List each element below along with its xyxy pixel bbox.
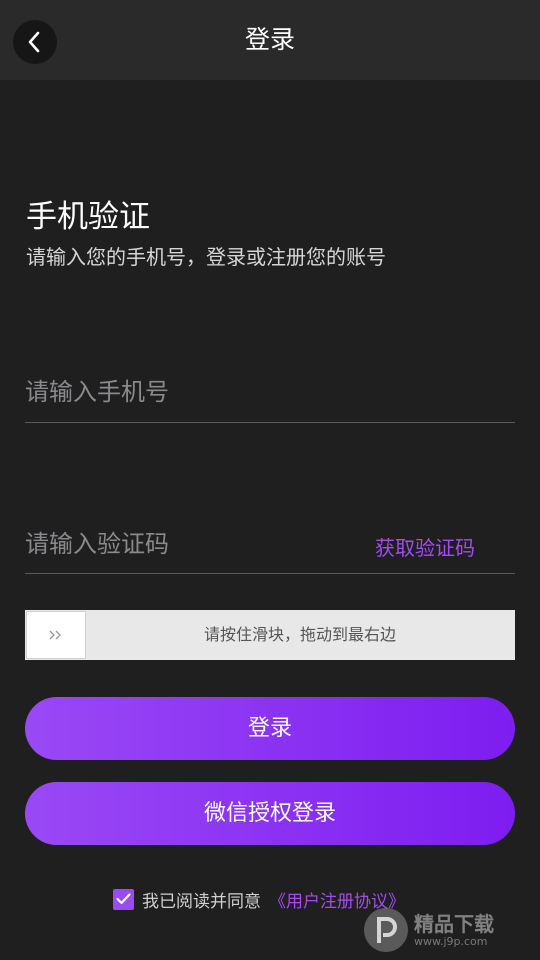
verification-code-field: 获取验证码 xyxy=(25,524,515,574)
get-code-button[interactable]: 获取验证码 xyxy=(375,532,475,561)
agreement-row: 我已阅读并同意 《用户注册协议》 xyxy=(113,887,405,912)
section-heading: 手机验证 xyxy=(26,199,150,235)
wechat-login-button[interactable]: 微信授权登录 xyxy=(25,782,515,845)
login-button[interactable]: 登录 xyxy=(25,697,515,760)
watermark-url: www.j9p.com xyxy=(414,935,488,948)
slider-hint: 请按住滑块，拖动到最右边 xyxy=(203,625,396,644)
slider-captcha: 请按住滑块，拖动到最右边 xyxy=(25,610,515,660)
page-title: 登录 xyxy=(244,25,295,54)
watermark-logo-icon xyxy=(364,908,408,952)
slider-handle[interactable] xyxy=(26,611,86,659)
watermark: 精品下载 www.j9p.com xyxy=(364,906,534,954)
phone-input[interactable] xyxy=(25,372,345,412)
checkmark-icon xyxy=(116,893,131,905)
header-bar: 登录 xyxy=(0,0,540,80)
verification-code-input[interactable] xyxy=(25,524,345,564)
double-chevron-right-icon xyxy=(49,630,61,640)
agreement-checkbox[interactable] xyxy=(113,888,134,910)
phone-field xyxy=(25,372,515,423)
watermark-title: 精品下载 xyxy=(414,912,494,936)
section-subheading: 请输入您的手机号，登录或注册您的账号 xyxy=(26,245,386,269)
agreement-text: 我已阅读并同意 xyxy=(142,891,261,912)
